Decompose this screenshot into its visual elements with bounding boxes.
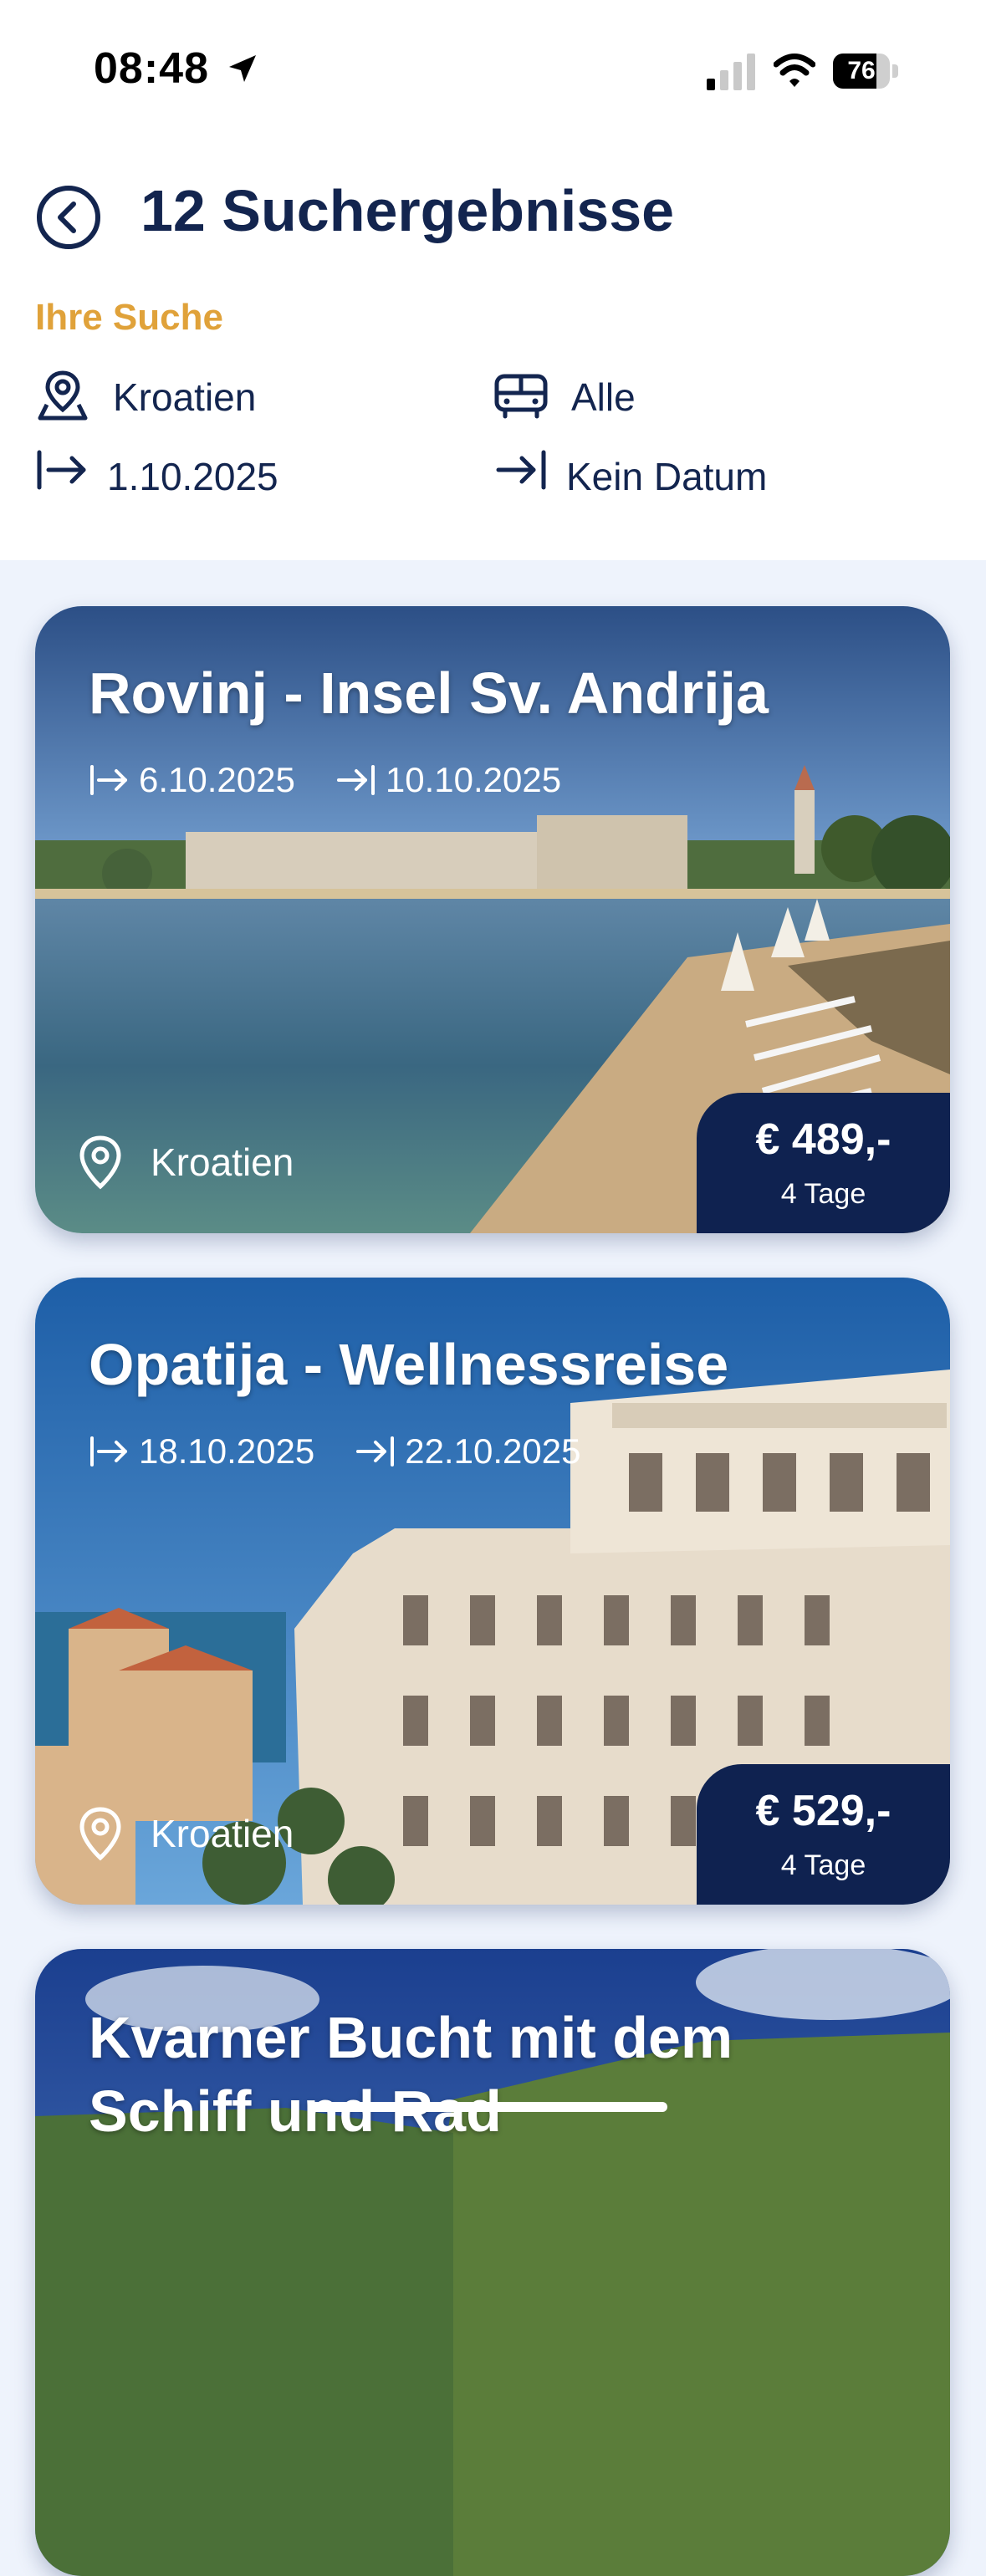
result-title: Rovinj - Insel Sv. Andrija xyxy=(89,661,769,726)
criteria-end-date: Kein Datum xyxy=(566,455,768,498)
result-card-rovinj[interactable]: Rovinj - Insel Sv. Andrija 6.10.2025 10.… xyxy=(35,606,950,1233)
result-card-opatija[interactable]: Opatija - Wellnessreise 18.10.2025 22.10… xyxy=(35,1278,950,1905)
result-dates: 6.10.2025 10.10.2025 xyxy=(89,755,561,805)
status-time: 08:48 xyxy=(94,44,209,93)
arrow-right-to-bar-icon xyxy=(336,765,375,795)
bus-icon xyxy=(494,374,548,419)
result-price: € 529,- xyxy=(755,1787,891,1835)
back-circle-icon[interactable] xyxy=(35,184,102,251)
result-dates: 18.10.2025 22.10.2025 xyxy=(89,1426,580,1477)
status-bar: 08:48 76 xyxy=(0,0,986,125)
result-title: Opatija - Wellnessreise xyxy=(89,1332,729,1397)
cellular-signal-icon xyxy=(707,54,755,90)
arrow-right-to-bar-icon xyxy=(496,450,546,490)
criteria-transport: Alle xyxy=(571,375,636,419)
home-indicator[interactable] xyxy=(311,2102,667,2112)
price-badge: € 489,- 4 Tage xyxy=(697,1093,950,1233)
result-start-date: 6.10.2025 xyxy=(139,760,295,799)
map-pin-person-icon xyxy=(38,370,88,421)
result-title: Kvarner Bucht mit dem Schiff und Rad xyxy=(89,2005,733,2144)
result-location-label: Kroatien xyxy=(151,1140,294,1184)
result-duration: 4 Tage xyxy=(780,1849,866,1881)
result-location: Kroatien xyxy=(75,1133,294,1191)
price-badge: € 529,- 4 Tage xyxy=(697,1764,950,1905)
result-location-label: Kroatien xyxy=(151,1812,294,1855)
arrow-right-from-bar-icon xyxy=(90,765,127,795)
map-pin-icon xyxy=(79,1135,121,1190)
search-summary-label: Ihre Suche xyxy=(35,297,223,338)
arrow-right-from-bar-icon xyxy=(37,450,86,490)
location-arrow-icon xyxy=(229,55,256,82)
arrow-right-from-bar-icon xyxy=(90,1436,127,1467)
map-pin-icon xyxy=(79,1807,121,1861)
page-title: 12 Suchergebnisse xyxy=(140,178,675,243)
result-start-date: 18.10.2025 xyxy=(139,1431,315,1471)
criteria-destination: Kroatien xyxy=(113,375,257,419)
battery-indicator: 76 xyxy=(833,54,900,89)
arrow-right-to-bar-icon xyxy=(356,1436,395,1467)
result-location: Kroatien xyxy=(75,1804,294,1863)
result-end-date: 22.10.2025 xyxy=(405,1431,581,1471)
criteria-start-date: 1.10.2025 xyxy=(107,455,278,498)
result-price: € 489,- xyxy=(755,1115,891,1164)
search-header: 12 Suchergebnisse Ihre Suche Kroatien Al… xyxy=(0,125,986,560)
result-end-date: 10.10.2025 xyxy=(385,760,562,799)
wifi-icon xyxy=(774,54,815,87)
battery-level: 76 xyxy=(847,57,876,84)
result-duration: 4 Tage xyxy=(780,1178,866,1210)
result-card-kvarner[interactable]: Kvarner Bucht mit dem Schiff und Rad xyxy=(35,1949,950,2576)
